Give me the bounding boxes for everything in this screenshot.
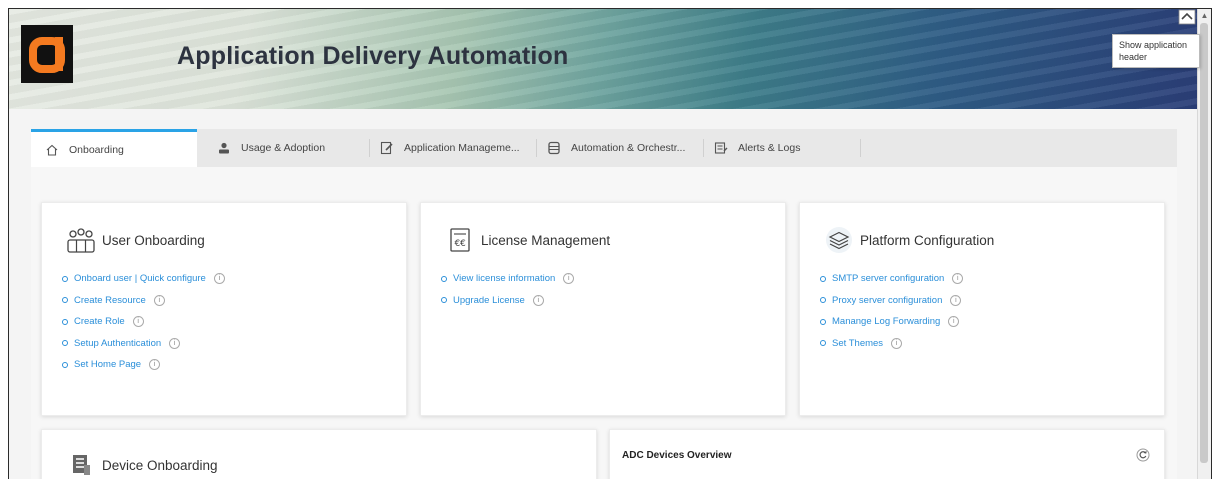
tab-divider — [536, 139, 537, 157]
scroll-thumb[interactable] — [1200, 23, 1208, 463]
adc-devices-overview-card: ADC Devices Overview — [609, 429, 1165, 479]
link-list: View license information i Upgrade Licens… — [441, 268, 575, 312]
info-icon[interactable]: i — [532, 294, 544, 306]
link-proxy-config[interactable]: Proxy server configuration i — [820, 290, 963, 312]
card-title: License Management — [481, 232, 611, 248]
users-icon — [66, 225, 96, 255]
log-icon — [714, 141, 728, 155]
a-logo-icon — [21, 25, 73, 83]
card-title: ADC Devices Overview — [622, 450, 732, 461]
bullet-icon — [820, 297, 826, 304]
link-log-forwarding[interactable]: Manange Log Forwarding i — [820, 311, 963, 333]
user-icon — [217, 141, 231, 155]
bullet-icon — [62, 361, 68, 368]
bullet-icon — [441, 297, 447, 304]
app-title: Application Delivery Automation — [177, 42, 569, 70]
bullet-icon — [62, 340, 68, 347]
device-icon — [66, 450, 96, 479]
header-toggle-button[interactable] — [1177, 9, 1197, 30]
link-label[interactable]: SMTP server configuration — [832, 273, 944, 284]
tab-label: Alerts & Logs — [738, 142, 801, 154]
bullet-icon — [820, 275, 826, 282]
chevron-up-icon — [1178, 9, 1196, 30]
tab-automation-orchestration[interactable]: Automation & Orchestr... — [541, 129, 701, 167]
link-upgrade-license[interactable]: Upgrade License i — [441, 290, 574, 312]
scroll-up-icon[interactable]: ▲ — [1200, 11, 1209, 20]
link-label[interactable]: Create Resource — [74, 295, 146, 306]
database-icon — [547, 141, 561, 155]
info-icon[interactable]: i — [952, 273, 964, 285]
info-icon[interactable]: i — [948, 316, 960, 328]
link-onboard-user[interactable]: Onboard user | Quick configure i — [62, 268, 225, 290]
tab-label: Onboarding — [69, 144, 124, 156]
tab-label: Automation & Orchestr... — [571, 142, 686, 154]
info-icon[interactable]: i — [213, 273, 225, 285]
bullet-icon — [62, 318, 68, 325]
card-title: Platform Configuration — [860, 232, 995, 248]
user-onboarding-card: User Onboarding Onboard user | Quick con… — [41, 202, 407, 416]
tab-alerts-logs[interactable]: Alerts & Logs — [708, 129, 858, 167]
info-icon[interactable]: i — [149, 359, 161, 371]
bullet-icon — [62, 297, 68, 304]
tab-divider — [703, 139, 704, 157]
app-window: Application Delivery Automation Show app… — [8, 8, 1212, 479]
link-label[interactable]: Setup Authentication — [74, 338, 161, 349]
link-label[interactable]: Create Role — [74, 316, 125, 327]
edit-icon — [380, 141, 394, 155]
platform-configuration-card: Platform Configuration SMTP server confi… — [799, 202, 1165, 416]
tooltip: Show application header — [1112, 34, 1200, 68]
tab-application-management[interactable]: Application Manageme... — [374, 129, 534, 167]
bullet-icon — [441, 275, 447, 282]
link-label[interactable]: Proxy server configuration — [832, 295, 942, 306]
tab-label: Usage & Adoption — [241, 142, 326, 154]
card-title: User Onboarding — [102, 232, 205, 248]
link-label[interactable]: Set Home Page — [74, 359, 141, 370]
link-view-license[interactable]: View license information i — [441, 268, 575, 290]
bullet-icon — [820, 318, 826, 325]
link-create-resource[interactable]: Create Resource i — [62, 290, 225, 312]
info-icon[interactable]: i — [563, 273, 575, 285]
svg-text:€: € — [460, 239, 466, 249]
link-setup-authentication[interactable]: Setup Authentication i — [62, 333, 225, 355]
license-management-card: € € License Management View license info… — [420, 202, 786, 416]
link-label[interactable]: Set Themes — [832, 338, 883, 349]
tab-onboarding[interactable]: Onboarding — [31, 129, 197, 168]
tab-label: Application Manageme... — [404, 142, 520, 154]
vertical-scrollbar[interactable]: ▲ — [1197, 9, 1211, 479]
link-set-themes[interactable]: Set Themes i — [820, 333, 963, 355]
card-title: Device Onboarding — [102, 457, 218, 473]
refresh-icon[interactable] — [1136, 448, 1150, 467]
link-label[interactable]: Manange Log Forwarding — [832, 316, 940, 327]
layers-icon — [824, 225, 854, 255]
license-icon: € € — [445, 225, 475, 255]
link-label[interactable]: Upgrade License — [453, 295, 525, 306]
info-icon[interactable]: i — [950, 294, 962, 306]
bullet-icon — [62, 275, 68, 282]
link-list: SMTP server configuration i Proxy server … — [820, 268, 964, 355]
link-set-home-page[interactable]: Set Home Page i — [62, 354, 225, 376]
tab-divider — [369, 139, 370, 157]
link-list: Onboard user | Quick configure i Create R… — [62, 268, 225, 376]
device-onboarding-card: Device Onboarding — [41, 429, 597, 479]
tab-divider — [860, 139, 861, 157]
link-smtp-config[interactable]: SMTP server configuration i — [820, 268, 964, 290]
info-icon[interactable]: i — [132, 316, 144, 328]
tab-usage-adoption[interactable]: Usage & Adoption — [209, 129, 359, 167]
info-icon[interactable]: i — [169, 337, 181, 349]
info-icon[interactable]: i — [891, 337, 903, 349]
link-label[interactable]: Onboard user | Quick configure — [74, 273, 206, 284]
info-icon[interactable]: i — [153, 294, 165, 306]
bullet-icon — [820, 340, 826, 347]
link-create-role[interactable]: Create Role i — [62, 311, 225, 333]
tab-bar: Onboarding Usage & Adoption Application … — [31, 129, 1177, 168]
home-icon — [45, 143, 59, 157]
link-label[interactable]: View license information — [453, 273, 555, 284]
